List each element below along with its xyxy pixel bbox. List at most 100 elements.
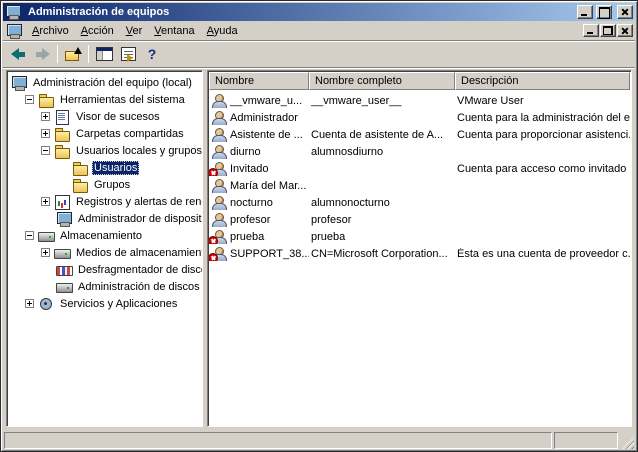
tree-item-medios-de-almacenamiento[interactable]: Medios de almacenamiento e — [7, 244, 202, 261]
tree-item-desfragmentador-de-disco[interactable]: Desfragmentador de disco — [7, 261, 202, 278]
local-users-groups-icon — [54, 144, 70, 158]
column-header-nombre[interactable]: Nombre — [209, 72, 309, 90]
user-row-asistente[interactable]: Asistente de ... Cuenta de asistente de … — [209, 126, 630, 143]
user-icon — [211, 128, 227, 142]
tree-item-registros-y-alertas[interactable]: Registros y alertas de rendim — [7, 193, 202, 210]
back-icon — [11, 48, 26, 60]
user-row-vmware-user[interactable]: __vmware_u... __vmware_user__ VMware Use… — [209, 92, 630, 109]
user-row-invitado[interactable]: Invitado Cuenta para acceso como invitad… — [209, 160, 630, 177]
disk-defragmenter-icon — [56, 263, 72, 277]
expand-plus-icon[interactable] — [41, 112, 50, 121]
list-body: __vmware_u... __vmware_user__ VMware Use… — [209, 90, 630, 425]
show-hide-console-tree-button[interactable] — [92, 43, 116, 65]
window-title: Administración de equipos — [28, 6, 574, 18]
user-row-support[interactable]: SUPPORT_38... CN=Microsoft Corporation..… — [209, 245, 630, 262]
menu-ventana[interactable]: Ventana — [148, 23, 200, 39]
system-tools-icon — [38, 93, 54, 107]
device-manager-icon — [56, 212, 72, 226]
back-button[interactable] — [6, 43, 30, 65]
tree-item-usuarios[interactable]: Usuarios — [7, 159, 202, 176]
user-row-administrador[interactable]: Administrador Cuenta para la administrac… — [209, 109, 630, 126]
forward-button[interactable] — [30, 43, 54, 65]
tree-item-usuarios-locales-y-grupos[interactable]: Usuarios locales y grupos — [7, 142, 202, 159]
show-hide-console-tree-icon — [96, 47, 113, 61]
user-disabled-icon — [211, 247, 227, 261]
console-window-icon — [6, 24, 22, 38]
export-list-button[interactable] — [116, 43, 140, 65]
forward-icon — [35, 48, 50, 60]
up-one-level-button[interactable] — [61, 43, 85, 65]
user-row-profesor[interactable]: profesor profesor — [209, 211, 630, 228]
tree-item-administracion-de-discos[interactable]: Administración de discos — [7, 278, 202, 295]
user-row-prueba[interactable]: prueba prueba — [209, 228, 630, 245]
account-disabled-icon — [209, 253, 218, 261]
shared-folders-icon — [54, 127, 70, 141]
tree-item-herramientas-del-sistema[interactable]: Herramientas del sistema — [7, 91, 202, 108]
menu-bar: Archivo Acción Ver Ventana Ayuda — [3, 21, 635, 41]
tree-item-carpetas-compartidas[interactable]: Carpetas compartidas — [7, 125, 202, 142]
list-header: Nombre Nombre completo Descripción — [209, 72, 630, 90]
event-viewer-icon — [54, 110, 70, 124]
menu-archivo[interactable]: Archivo — [26, 23, 75, 39]
expand-plus-icon[interactable] — [41, 248, 50, 257]
account-disabled-icon — [209, 168, 218, 176]
expand-plus-icon[interactable] — [25, 299, 34, 308]
user-icon — [211, 213, 227, 227]
expand-plus-icon[interactable] — [41, 129, 50, 138]
mdi-minimize-button[interactable] — [583, 24, 599, 37]
computer-management-window: Administración de equipos Archivo Acción… — [0, 0, 638, 452]
users-folder-icon — [72, 161, 88, 175]
column-header-descripcion[interactable]: Descripción — [455, 72, 630, 90]
tree-item-almacenamiento[interactable]: Almacenamiento — [7, 227, 202, 244]
export-list-icon — [121, 47, 136, 61]
collapse-minus-icon[interactable] — [25, 95, 34, 104]
tree-item-grupos[interactable]: Grupos — [7, 176, 202, 193]
expand-plus-icon[interactable] — [41, 197, 50, 206]
user-icon — [211, 179, 227, 193]
menu-ver[interactable]: Ver — [120, 23, 149, 39]
user-row-diurno[interactable]: diurno alumnosdiurno — [209, 143, 630, 160]
close-button[interactable] — [617, 5, 633, 19]
user-icon — [211, 196, 227, 210]
account-disabled-icon — [209, 236, 218, 244]
status-bar — [4, 429, 634, 449]
toolbar — [3, 41, 635, 68]
user-icon — [211, 94, 227, 108]
title-bar[interactable]: Administración de equipos — [3, 3, 635, 21]
users-list-pane: Nombre Nombre completo Descripción __vmw… — [207, 70, 632, 427]
column-header-nombre-completo[interactable]: Nombre completo — [309, 72, 455, 90]
user-icon — [211, 145, 227, 159]
toolbar-separator — [57, 45, 58, 63]
user-row-nocturno[interactable]: nocturno alumnonocturno — [209, 194, 630, 211]
removable-storage-icon — [54, 246, 70, 260]
computer-management-icon — [11, 76, 27, 90]
console-tree-pane: Administración del equipo (local) Herram… — [6, 70, 203, 427]
tree-item-servicios-y-aplicaciones[interactable]: Servicios y Aplicaciones — [7, 295, 202, 312]
maximize-button[interactable] — [596, 5, 612, 19]
menu-accion[interactable]: Acción — [75, 23, 120, 39]
performance-logs-icon — [54, 195, 70, 209]
minimize-button[interactable] — [577, 5, 593, 19]
user-icon — [211, 111, 227, 125]
disk-management-icon — [56, 280, 72, 294]
tree-item-administrador-de-dispositivos[interactable]: Administrador de dispositivos — [7, 210, 202, 227]
menu-ayuda[interactable]: Ayuda — [201, 23, 244, 39]
user-row-maria-del-mar[interactable]: María del Mar... — [209, 177, 630, 194]
collapse-minus-icon[interactable] — [41, 146, 50, 155]
resize-grip[interactable] — [620, 432, 634, 449]
groups-folder-icon — [72, 178, 88, 192]
user-disabled-icon — [211, 162, 227, 176]
tree-item-visor-de-sucesos[interactable]: Visor de sucesos — [7, 108, 202, 125]
user-disabled-icon — [211, 230, 227, 244]
main-area: Administración del equipo (local) Herram… — [6, 70, 632, 427]
mdi-close-button[interactable] — [617, 24, 633, 37]
mdi-window-controls — [583, 24, 633, 37]
tree-item-administracion-del-equipo[interactable]: Administración del equipo (local) — [7, 74, 202, 91]
toolbar-separator — [88, 45, 89, 63]
mdi-restore-button[interactable] — [600, 24, 616, 37]
app-icon — [5, 5, 21, 19]
help-button[interactable] — [140, 43, 164, 65]
up-one-level-icon — [65, 47, 82, 62]
collapse-minus-icon[interactable] — [25, 231, 34, 240]
status-panel-side — [554, 432, 618, 449]
